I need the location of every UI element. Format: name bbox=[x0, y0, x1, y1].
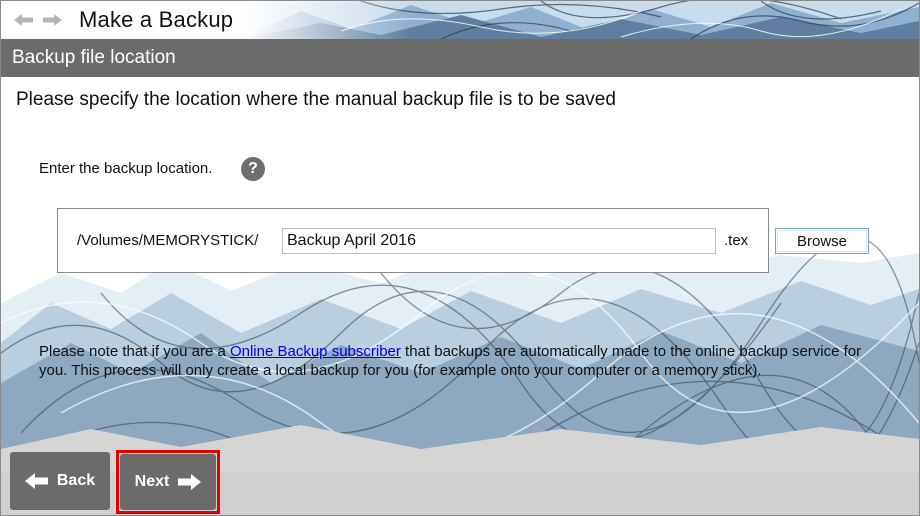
location-label: Enter the backup location. bbox=[39, 160, 213, 177]
path-prefix: /Volumes/MEMORYSTICK/ bbox=[77, 232, 259, 249]
window-title: Make a Backup bbox=[79, 7, 234, 32]
right-arrow-icon bbox=[178, 474, 202, 490]
help-icon[interactable]: ? bbox=[241, 157, 265, 181]
left-arrow-icon[interactable] bbox=[13, 13, 35, 27]
filename-input[interactable] bbox=[282, 228, 716, 254]
back-button-label: Back bbox=[56, 472, 96, 489]
browse-button[interactable]: Browse bbox=[775, 228, 869, 254]
file-extension: .tex bbox=[724, 232, 749, 249]
left-arrow-icon bbox=[24, 473, 48, 489]
backup-window: Make a Backup Backup file location Pleas… bbox=[0, 0, 920, 516]
online-backup-link[interactable]: Online Backup subscriber bbox=[230, 343, 401, 360]
note-text-start: Please note that if you are a bbox=[39, 343, 230, 360]
instruction-text: Please specify the location where the ma… bbox=[16, 89, 616, 110]
title-bar-decoration bbox=[241, 1, 919, 39]
back-button[interactable]: Back bbox=[10, 452, 110, 510]
next-button-label: Next bbox=[134, 473, 170, 490]
section-header: Backup file location bbox=[1, 39, 919, 77]
right-arrow-icon[interactable] bbox=[41, 13, 63, 27]
location-box: /Volumes/MEMORYSTICK/ .tex bbox=[57, 208, 769, 273]
next-button[interactable]: Next bbox=[120, 454, 216, 510]
title-bar: Make a Backup bbox=[1, 1, 919, 39]
note-text: Please note that if you are a Online Bac… bbox=[39, 342, 891, 380]
